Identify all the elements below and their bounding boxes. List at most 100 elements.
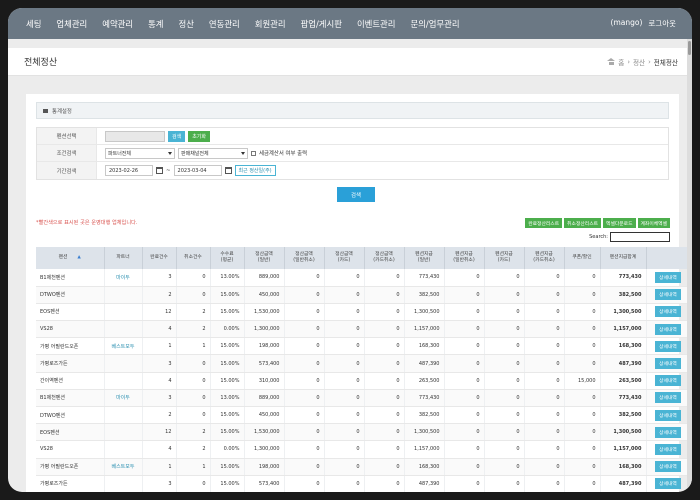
breadcrumb-settle[interactable]: 정산 [633, 57, 645, 67]
table-cell[interactable]: 마이두 [104, 389, 143, 408]
nav-item-2[interactable]: 예약관리 [102, 18, 133, 30]
table-cell: VS28 [36, 320, 105, 339]
table-cell[interactable]: 마이두 [104, 269, 143, 287]
table-cell: 1,300,500 [404, 303, 445, 322]
nav-item-6[interactable]: 회원관리 [255, 18, 286, 30]
nav-item-4[interactable]: 정산 [179, 18, 194, 30]
detail-button[interactable]: 상세내역 [655, 271, 681, 283]
table-cell: 0 [284, 372, 325, 390]
table-cell: 168,300 [600, 337, 647, 356]
nav-item-0[interactable]: 세팅 [26, 18, 41, 30]
period-label: 기간검색 [37, 162, 97, 179]
nav-item-1[interactable]: 업체관리 [56, 18, 87, 30]
table-cell: 0 [364, 320, 405, 339]
pension-input[interactable] [105, 130, 165, 142]
sort-asc-icon[interactable]: ▲ [77, 255, 80, 260]
table-cell [104, 423, 143, 442]
cancel-list-button[interactable]: 취소정산리스트 [564, 218, 602, 228]
date-from-input[interactable]: 2023-02-26 [105, 165, 153, 176]
table-cell: EOS펜션 [36, 303, 105, 322]
pension-row: 펜션선택 검색 초기화 [37, 128, 668, 145]
table-cell: B1제천펜션 [36, 269, 105, 287]
detail-button[interactable]: 상세내역 [655, 409, 681, 421]
column-header: 정산금액 (카드취소) [364, 247, 405, 269]
scrollbar[interactable] [687, 39, 692, 492]
nav-item-3[interactable]: 통계 [148, 18, 163, 30]
detail-button[interactable]: 상세내역 [655, 426, 681, 438]
detail-button[interactable]: 상세내역 [655, 392, 681, 404]
nav-item-9[interactable]: 문의/업무관리 [410, 18, 459, 30]
detail-button[interactable]: 상세내역 [655, 306, 681, 318]
panel-title: 통계설정 [52, 108, 72, 115]
table-cell: 0 [364, 389, 405, 408]
partner-select[interactable]: 파트너전체 [105, 147, 175, 159]
table-row: VS28 4 2 0.00% 1,300,000 0 0 0 1,157,000 0 0 0 0 1,15… [36, 440, 691, 459]
table-cell: 382,500 [404, 406, 445, 425]
detail-button[interactable]: 상세내역 [655, 289, 681, 301]
detail-button[interactable]: 상세내역 [655, 478, 681, 490]
date-to-input[interactable]: 2023-03-04 [173, 165, 222, 176]
table-cell: 0 [284, 406, 325, 425]
calendar-icon[interactable] [156, 167, 163, 174]
pension-label: 펜션선택 [37, 128, 97, 144]
detail-button[interactable]: 상세내역 [655, 375, 681, 387]
table-cell: 0 [484, 286, 525, 304]
column-header[interactable]: 펜션 ▲ [36, 247, 105, 269]
table-search-input[interactable] [610, 232, 670, 242]
table-cell: 15.00% [210, 458, 245, 476]
detail-button[interactable]: 상세내역 [655, 461, 681, 473]
breadcrumb: 홈 › 정산 › 전체정산 [607, 57, 678, 67]
table-cell: 4 [142, 372, 177, 390]
column-header: 펜션지급 (카드취소) [524, 247, 565, 269]
nav-item-8[interactable]: 이벤트관리 [357, 18, 396, 30]
table-cell: 0 [364, 269, 405, 287]
table-cell: 2 [176, 423, 211, 442]
table-cell: 0 [444, 475, 485, 492]
table-cell: 487,390 [600, 475, 647, 492]
table-cell: 0 [176, 286, 211, 304]
detail-button[interactable]: 상세내역 [655, 340, 681, 352]
app-window: 세팅 업체관리 예약관리 통계 정산 연동관리 회원관리 팝업/게시판 이벤트관리 문의/업무관리… [8, 8, 692, 492]
table-cell[interactable]: 베스트모두 [104, 337, 143, 356]
column-header: 취소건수 [176, 247, 211, 269]
table-cell: 0 [364, 423, 405, 442]
scrollbar-thumb[interactable] [688, 41, 691, 55]
table-cell: 15.00% [210, 475, 245, 492]
table-cell: 0 [324, 389, 365, 408]
table-row: 가평로즈가든 3 0 15.00% 573,400 0 0 0 487,390 0 0 0 0 487,3… [36, 475, 691, 492]
transfer-excel-button[interactable]: 계좌이체엑셀 [637, 218, 670, 228]
recent-period-button[interactable]: 최근 정산일(주) [234, 165, 276, 176]
channel-select[interactable]: 판매채널전체 [178, 147, 248, 159]
detail-button[interactable]: 상세내역 [655, 323, 681, 335]
table-cell: 0 [444, 303, 485, 322]
excel-download-button[interactable]: 엑셀다운로드 [603, 218, 636, 228]
pension-reset-button[interactable]: 초기화 [188, 130, 211, 142]
settlement-table: 펜션 ▲ 파트너 완료건수 취소건수 수수료 (평균) 정산금액 (일반) 정산금액 (일반취소) 정… [36, 247, 691, 492]
detail-button[interactable]: 상세내역 [655, 358, 681, 370]
completed-list-button[interactable]: 완료정산리스트 [525, 218, 563, 228]
table-cell: 0 [444, 372, 485, 390]
table-cell: 0 [176, 372, 211, 390]
breadcrumb-home[interactable]: 홈 [618, 57, 624, 67]
table-cell: 450,000 [244, 406, 285, 425]
title-bar: 전체정산 홈 › 정산 › 전체정산 [8, 48, 692, 76]
nav-item-5[interactable]: 연동관리 [209, 18, 240, 30]
home-icon[interactable] [607, 58, 616, 65]
pension-search-button[interactable]: 검색 [168, 130, 186, 142]
table-cell: 0 [284, 475, 325, 492]
table-cell: 2 [176, 440, 211, 459]
calendar-icon[interactable] [224, 167, 232, 174]
table-cell[interactable]: 베스트모두 [104, 458, 143, 476]
table-cell: 0 [284, 269, 325, 287]
tax-checkbox[interactable] [251, 150, 256, 156]
logout-link[interactable]: 로그아웃 [648, 18, 676, 29]
table-cell: 0 [284, 320, 325, 339]
detail-button[interactable]: 상세내역 [655, 443, 681, 455]
nav-item-7[interactable]: 팝업/게시판 [301, 18, 342, 30]
column-header: 펜션지급 (일반) [404, 247, 445, 269]
table-cell: 2 [142, 406, 177, 425]
table-cell [104, 320, 143, 339]
main-search-button[interactable]: 검색 [337, 187, 375, 202]
table-cell: 0 [324, 458, 365, 476]
table-cell: 773,430 [600, 389, 647, 408]
